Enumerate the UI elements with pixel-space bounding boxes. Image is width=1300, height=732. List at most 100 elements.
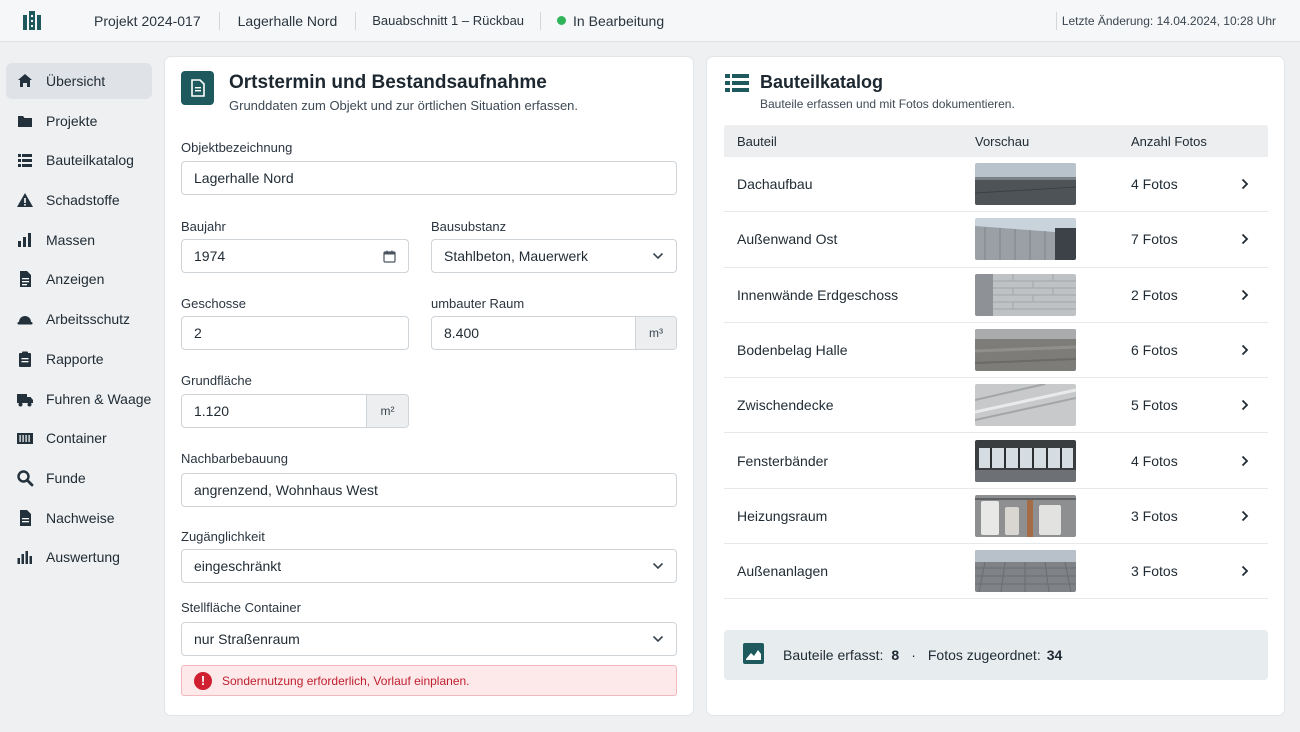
component-thumbnail[interactable] xyxy=(975,329,1076,372)
warning-icon xyxy=(16,191,34,209)
object-label: Objektbezeichnung xyxy=(181,140,293,155)
chevron-right-icon[interactable] xyxy=(1241,178,1268,190)
alert-icon: ! xyxy=(194,671,212,690)
container-label: Stellfläche Container xyxy=(181,600,301,615)
catalog-subtitle: Bauteile erfassen und mit Fotos dokument… xyxy=(760,97,1015,111)
catalog-title: Bauteilkatalog xyxy=(760,72,884,92)
component-thumbnail[interactable] xyxy=(975,218,1076,261)
volume-unit: m³ xyxy=(635,317,676,349)
sidebar-item-funde[interactable]: Funde xyxy=(6,460,152,496)
container-area-select[interactable]: nur Straßenraum xyxy=(181,622,677,656)
summary-components-label: Bauteile erfasst: xyxy=(783,647,884,663)
component-name: Dachaufbau xyxy=(737,176,813,193)
breadcrumb-project[interactable]: Projekt 2024-017 xyxy=(94,0,219,42)
list-icon xyxy=(725,74,749,95)
chevron-right-icon[interactable] xyxy=(1241,344,1268,356)
sidebar-item-container[interactable]: Container xyxy=(6,420,152,456)
column-header-component[interactable]: Bauteil xyxy=(724,134,975,149)
area-input[interactable]: 1.120 m² xyxy=(181,394,409,428)
sidebar-item-label: Bauteilkatalog xyxy=(46,152,134,169)
search-icon xyxy=(16,469,34,487)
breadcrumb-site[interactable]: Lagerhalle Nord xyxy=(220,0,356,42)
chevron-right-icon[interactable] xyxy=(1241,455,1268,467)
summary-separator: · xyxy=(911,647,916,663)
sidebar-item-schadstoffe[interactable]: Schadstoffe xyxy=(6,182,152,218)
document-icon xyxy=(16,270,34,288)
calendar-icon[interactable] xyxy=(383,240,396,272)
last-change-divider xyxy=(1056,12,1057,30)
status-text: In Bearbeitung xyxy=(573,12,665,29)
last-change-text: Letzte Änderung: 14.04.2024, 10:28 Uhr xyxy=(1061,14,1276,28)
chevron-right-icon[interactable] xyxy=(1241,233,1268,245)
alert-text: Sondernutzung erforderlich, Vorlauf einp… xyxy=(222,673,470,688)
breadcrumb-phase[interactable]: Bauabschnitt 1 – Rückbau xyxy=(356,0,540,42)
volume-input[interactable]: 8.400 m³ xyxy=(431,316,677,350)
volume-label: umbauter Raum xyxy=(431,296,525,311)
chevron-right-icon[interactable] xyxy=(1241,289,1268,301)
sidebar-item-label: Fuhren & Waage xyxy=(46,390,152,407)
sidebar-item-anzeigen[interactable]: Anzeigen xyxy=(6,261,152,297)
photo-count: 4 Fotos xyxy=(1131,452,1178,469)
sidebar-item-fuhren-waage[interactable]: Fuhren & Waage xyxy=(6,381,152,417)
chevron-right-icon[interactable] xyxy=(1241,565,1268,577)
document-icon xyxy=(181,71,214,105)
sidebar-item-rapporte[interactable]: Rapporte xyxy=(6,341,152,377)
object-name-input[interactable]: Lagerhalle Nord xyxy=(181,161,677,195)
component-thumbnail[interactable] xyxy=(975,494,1076,537)
access-select[interactable]: eingeschränkt xyxy=(181,549,677,583)
components-table: Bauteil Vorschau Anzahl Fotos Dachaufbau… xyxy=(724,125,1268,600)
sidebar-item-uebersicht[interactable]: Übersicht xyxy=(6,63,152,99)
substance-label: Bausubstanz xyxy=(431,219,507,234)
year-value: 1974 xyxy=(194,248,226,264)
sidebar-item-auswertung[interactable]: Auswertung xyxy=(6,539,152,575)
floors-value: 2 xyxy=(194,325,202,341)
chevron-down-icon xyxy=(652,623,664,655)
year-label: Baujahr xyxy=(181,219,226,234)
sidebar-item-arbeitsschutz[interactable]: Arbeitsschutz xyxy=(6,301,152,337)
list-icon xyxy=(16,151,34,169)
neighbors-input[interactable]: angrenzend, Wohnhaus West xyxy=(181,473,677,507)
clipboard-icon xyxy=(16,350,34,368)
sidebar-item-label: Schadstoffe xyxy=(46,192,120,209)
table-row[interactable]: Bodenbelag Halle 6 Fotos xyxy=(724,323,1268,379)
file-icon xyxy=(16,509,34,527)
component-thumbnail[interactable] xyxy=(975,384,1076,427)
chevron-right-icon[interactable] xyxy=(1241,399,1268,411)
sidebar-item-label: Funde xyxy=(46,469,86,486)
chevron-right-icon[interactable] xyxy=(1241,510,1268,522)
table-row[interactable]: Außenanlagen 3 Fotos xyxy=(724,544,1268,600)
sidebar-item-label: Auswertung xyxy=(46,549,120,566)
column-header-photos[interactable]: Anzahl Fotos xyxy=(1131,134,1268,149)
object-name-value: Lagerhalle Nord xyxy=(194,170,294,186)
sidebar-item-label: Arbeitsschutz xyxy=(46,311,131,328)
volume-value: 8.400 xyxy=(444,325,480,341)
sidebar-item-label: Übersicht xyxy=(46,73,106,89)
table-row[interactable]: Zwischendecke 5 Fotos xyxy=(724,378,1268,434)
sidebar-item-bauteilkatalog[interactable]: Bauteilkatalog xyxy=(6,142,152,178)
sidebar-item-label: Rapporte xyxy=(46,350,104,367)
substance-select[interactable]: Stahlbeton, Mauerwerk xyxy=(431,239,677,273)
component-thumbnail[interactable] xyxy=(975,273,1076,316)
sidebar-item-nachweise[interactable]: Nachweise xyxy=(6,500,152,536)
component-thumbnail[interactable] xyxy=(975,163,1076,206)
photo-count: 5 Fotos xyxy=(1131,397,1178,414)
table-row[interactable]: Heizungsraum 3 Fotos xyxy=(724,489,1268,545)
summary-photos-value: 34 xyxy=(1046,647,1063,663)
component-thumbnail[interactable] xyxy=(975,439,1076,482)
table-row[interactable]: Fensterbänder 4 Fotos xyxy=(724,433,1268,489)
year-input[interactable]: 1974 xyxy=(181,239,409,273)
photo-count: 2 Fotos xyxy=(1131,286,1178,303)
floors-input[interactable]: 2 xyxy=(181,316,409,350)
component-thumbnail[interactable] xyxy=(975,550,1076,593)
floors-label: Geschosse xyxy=(181,296,247,311)
table-header: Bauteil Vorschau Anzahl Fotos xyxy=(724,125,1268,157)
error-alert: ! Sondernutzung erforderlich, Vorlauf ei… xyxy=(181,665,677,696)
sidebar-item-projekte[interactable]: Projekte xyxy=(6,103,152,139)
app-logo-icon[interactable] xyxy=(0,0,64,42)
table-row[interactable]: Dachaufbau 4 Fotos xyxy=(724,157,1268,213)
top-bar: Projekt 2024-017 Lagerhalle Nord Bauabsc… xyxy=(0,0,1300,42)
sidebar-item-massen[interactable]: Massen xyxy=(6,222,152,258)
sidebar-item-label: Container xyxy=(46,430,107,447)
table-row[interactable]: Innenwände Erdgeschoss 2 Fotos xyxy=(724,268,1268,323)
table-row[interactable]: Außenwand Ost 7 Fotos xyxy=(724,212,1268,268)
